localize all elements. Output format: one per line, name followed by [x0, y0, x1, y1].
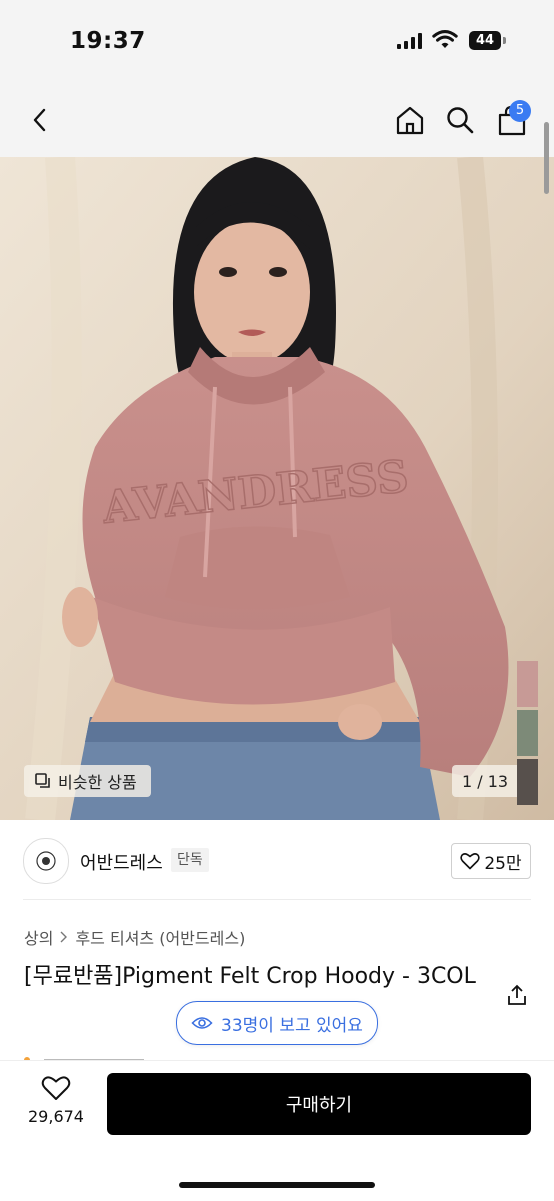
brand-like-count: 25만	[484, 853, 522, 874]
product-photo: AVANDRESS	[0, 157, 554, 820]
cart-count-badge: 5	[509, 100, 531, 122]
back-button[interactable]	[22, 98, 58, 142]
share-icon	[508, 984, 526, 1005]
exclusive-tag: 단독	[171, 848, 209, 872]
heart-icon	[460, 853, 481, 870]
similar-products-label: 비슷한 상품	[58, 773, 137, 792]
home-button[interactable]	[392, 98, 428, 142]
cellular-signal-icon	[397, 33, 422, 49]
product-title: [무료반품]Pigment Felt Crop Hoody - 3COL	[24, 964, 476, 989]
home-indicator[interactable]	[179, 1182, 375, 1188]
wishlist-count: 29,674	[28, 1107, 84, 1126]
brand-emblem-icon	[36, 851, 56, 871]
brand-logo[interactable]	[23, 838, 69, 884]
chevron-left-icon	[33, 108, 46, 132]
heart-icon	[41, 1076, 71, 1100]
color-swatch-3[interactable]	[517, 759, 538, 805]
brand-like-button[interactable]: 25만	[451, 843, 531, 879]
chevron-right-icon	[60, 931, 68, 943]
status-time: 19:37	[70, 28, 146, 54]
breadcrumb: 상의 후드 티셔츠 (어반드레스)	[24, 925, 245, 949]
buy-button[interactable]: 구매하기	[107, 1073, 531, 1135]
search-icon	[447, 107, 474, 134]
wifi-icon	[432, 30, 458, 48]
live-viewers-text: 33명이 보고 있어요	[221, 1015, 363, 1036]
product-image[interactable]: AVANDRESS	[0, 157, 554, 820]
color-swatch-1[interactable]	[517, 661, 538, 707]
battery-icon: 44	[469, 31, 501, 50]
divider	[23, 899, 531, 900]
breadcrumb-item[interactable]: 후드 티셔츠 (어반드레스)	[75, 925, 245, 949]
eye-icon	[191, 1017, 213, 1029]
image-page-indicator: 1 / 13	[462, 771, 509, 791]
share-button[interactable]	[505, 983, 529, 1007]
breadcrumb-item[interactable]: 상의	[24, 925, 53, 949]
copy-icon	[35, 773, 50, 788]
wishlist-button[interactable]: 29,674	[18, 1075, 94, 1137]
brand-name[interactable]: 어반드레스	[80, 849, 163, 875]
similar-products-button[interactable]: 비슷한 상품	[24, 765, 151, 797]
live-viewers-pill: 33명이 보고 있어요	[176, 1001, 378, 1045]
color-swatch-2[interactable]	[517, 710, 538, 756]
battery-tip	[503, 37, 506, 44]
search-button[interactable]	[442, 98, 478, 142]
page-scrollbar[interactable]	[544, 122, 549, 194]
home-icon	[396, 106, 424, 135]
